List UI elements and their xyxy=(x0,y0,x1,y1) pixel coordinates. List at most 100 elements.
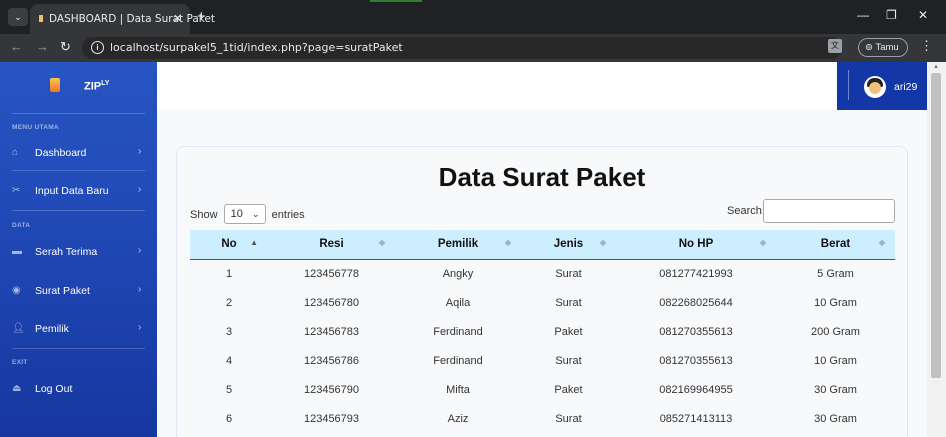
column-header-no[interactable]: No ▲ xyxy=(190,230,268,259)
cell-pemilik: Mifta xyxy=(446,383,470,396)
profile-icon: ⊚ xyxy=(865,42,873,53)
cell-pemilik: Ferdinand xyxy=(433,325,483,338)
new-tab-icon[interactable]: + xyxy=(197,8,206,25)
table-row: 1 123456778 Angky Surat 081277421993 5 G… xyxy=(190,259,895,288)
scroll-up-arrow-icon[interactable]: ▲ xyxy=(933,64,939,70)
data-table: No ▲ Resi ◆ Pemilik ◆ Jenis ◆ No HP ◆ Berat ◆ … xyxy=(190,230,895,433)
cell-no: 4 xyxy=(225,354,233,367)
cell-resi: 123456783 xyxy=(303,325,360,338)
chevron-right-icon: › xyxy=(138,245,142,256)
cell-pemilik: Angky xyxy=(442,267,474,280)
sidebar-item-pemilik[interactable]: 👤︎ Pemilik › xyxy=(0,318,157,342)
cell-jenis: Surat xyxy=(555,412,582,425)
browser-menu-icon[interactable]: ⋮ xyxy=(920,38,933,54)
sidebar-item-surat-paket[interactable]: ◉ Surat Paket › xyxy=(0,280,157,304)
show-entries: Show 10 ⌄ entries xyxy=(190,204,305,225)
cell-berat: 200 Gram xyxy=(811,325,860,338)
cell-resi: 123456790 xyxy=(303,383,360,396)
table-header-row: No ▲ Resi ◆ Pemilik ◆ Jenis ◆ No HP ◆ Berat ◆ xyxy=(190,230,895,259)
chevron-right-icon: › xyxy=(138,322,142,333)
cell-jenis: Paket xyxy=(554,325,583,338)
table-row: 3 123456783 Ferdinand Paket 081270355613… xyxy=(190,317,895,346)
url-text[interactable]: localhost/surpakel5_1tid/index.php?page=… xyxy=(110,41,403,54)
chevron-down-icon: ⌄ xyxy=(252,209,260,219)
sidebar: ZIPLY MENU UTAMA ⌂ Dashboard › ✂ Input D… xyxy=(0,62,157,437)
sort-icon: ◆ xyxy=(378,238,385,247)
search-label: Search: xyxy=(727,205,765,217)
sort-icon: ◆ xyxy=(504,238,511,247)
sidebar-divider xyxy=(12,170,145,171)
sidebar-divider xyxy=(12,113,145,114)
sort-icon: ◆ xyxy=(759,238,766,247)
cell-berat: 10 Gram xyxy=(814,354,857,367)
cell-no: 2 xyxy=(225,296,233,309)
cell-no-hp: 082169964955 xyxy=(659,383,733,396)
site-info-icon[interactable]: i xyxy=(91,41,104,54)
tray-icon: ▬ xyxy=(12,246,22,257)
cell-pemilik: Aziz xyxy=(447,412,469,425)
sidebar-divider xyxy=(12,348,145,349)
browser-tab[interactable]: DASHBOARD | Data Surat Paket ✕ xyxy=(30,4,215,34)
disc-icon: ◉ xyxy=(12,285,21,296)
favicon-icon xyxy=(39,15,43,22)
column-header-no-hp[interactable]: No HP ◆ xyxy=(616,230,776,259)
cell-berat: 10 Gram xyxy=(814,296,857,309)
cell-jenis: Paket xyxy=(554,383,583,396)
forward-icon[interactable]: → xyxy=(36,39,49,54)
username[interactable]: ari29 xyxy=(894,81,917,93)
chevron-right-icon: › xyxy=(138,284,142,295)
column-header-berat[interactable]: Berat ◆ xyxy=(776,230,895,259)
sidebar-item-dashboard[interactable]: ⌂ Dashboard › xyxy=(0,142,157,166)
sort-icon: ◆ xyxy=(878,238,885,247)
tab-search-icon[interactable]: ⌄ xyxy=(8,8,28,26)
window-close-icon[interactable]: ✕ xyxy=(918,8,928,22)
sidebar-item-serah-terima[interactable]: ▬ Serah Terima › xyxy=(0,241,157,265)
cell-pemilik: Aqila xyxy=(445,296,471,309)
topbar xyxy=(157,62,927,110)
sort-asc-icon: ▲ xyxy=(250,238,258,247)
cell-no-hp: 081270355613 xyxy=(659,325,733,338)
cell-no: 1 xyxy=(225,267,233,280)
cell-no: 6 xyxy=(225,412,233,425)
profile-button[interactable]: ⊚ Tamu xyxy=(858,38,908,57)
topbar-divider xyxy=(848,70,849,100)
cell-no-hp: 085271413113 xyxy=(659,412,733,425)
minimize-icon[interactable]: — xyxy=(857,8,869,22)
brand-text: ZIPLY xyxy=(84,80,110,93)
address-bar[interactable]: i localhost/surpakel5_1tid/index.php?pag… xyxy=(82,37,842,59)
table-row: 6 123456793 Aziz Surat 085271413113 30 G… xyxy=(190,404,895,433)
maximize-icon[interactable]: ❐ xyxy=(886,8,897,22)
cell-no-hp: 081270355613 xyxy=(659,354,733,367)
column-header-jenis[interactable]: Jenis ◆ xyxy=(521,230,616,259)
column-header-resi[interactable]: Resi ◆ xyxy=(268,230,395,259)
cell-no: 5 xyxy=(225,383,233,396)
cell-berat: 30 Gram xyxy=(814,412,857,425)
section-data: DATA xyxy=(12,222,31,229)
avatar[interactable] xyxy=(864,76,886,98)
reload-icon[interactable]: ↻ xyxy=(60,39,71,55)
back-icon[interactable]: ← xyxy=(10,39,23,54)
sidebar-item-log-out[interactable]: ⏏ Log Out xyxy=(0,378,157,402)
cell-resi: 123456780 xyxy=(303,296,360,309)
tools-icon: ✂ xyxy=(12,185,21,196)
cell-resi: 123456793 xyxy=(303,412,360,425)
brand-logo-icon xyxy=(50,78,60,92)
page-title: Data Surat Paket xyxy=(438,162,646,192)
column-header-pemilik[interactable]: Pemilik ◆ xyxy=(395,230,521,259)
entries-select[interactable]: 10 ⌄ xyxy=(223,204,266,224)
section-exit: EXIT xyxy=(12,359,28,366)
browser-tab-bar: ⌄ DASHBOARD | Data Surat Paket ✕ + — ❐ ✕ xyxy=(0,0,946,34)
translate-icon[interactable]: 文 xyxy=(828,39,842,53)
avatar-face xyxy=(869,82,881,94)
scrollbar-thumb[interactable] xyxy=(931,73,941,378)
chevron-right-icon: › xyxy=(138,184,142,195)
sidebar-divider xyxy=(12,210,145,211)
entries-value: 10 xyxy=(230,208,243,220)
search-input[interactable] xyxy=(763,199,895,223)
tab-highlight xyxy=(370,0,422,2)
sidebar-item-input-data-baru[interactable]: ✂ Input Data Baru › xyxy=(0,180,157,204)
brand[interactable]: ZIPLY xyxy=(0,62,157,110)
tab-close-icon[interactable]: ✕ xyxy=(173,12,182,25)
show-label: Show xyxy=(190,208,218,221)
tab-title: DASHBOARD | Data Surat Paket xyxy=(49,13,216,25)
